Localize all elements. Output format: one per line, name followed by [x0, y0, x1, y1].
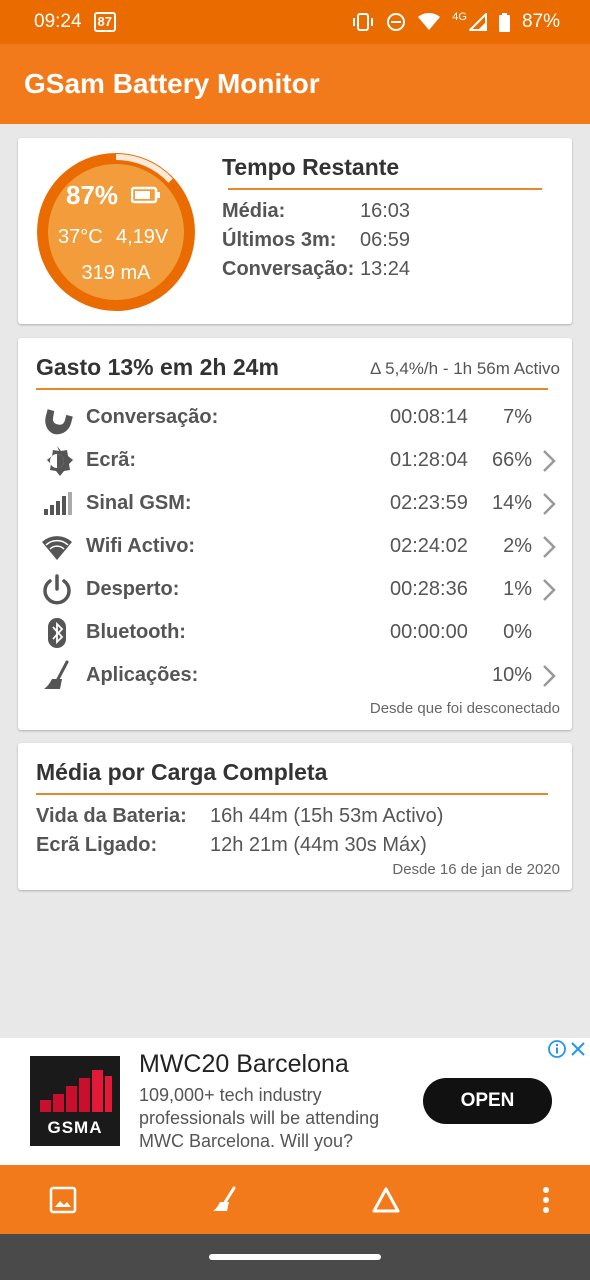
usage-percent: 0%	[503, 621, 532, 643]
battery-temperature: 37°C	[58, 226, 103, 248]
usage-row-awake[interactable]: Desperto: 00:28:36 1%	[18, 569, 572, 609]
usage-label: Ecrã:	[86, 449, 137, 471]
chevron-right-icon	[543, 450, 556, 472]
ad-close-icon[interactable]	[570, 1041, 586, 1057]
status-bar: 09:24 87 4G 87%	[0, 0, 590, 44]
status-time: 09:24	[34, 11, 82, 32]
usage-time: 02:24:02	[390, 535, 468, 557]
divider	[228, 188, 542, 190]
divider	[36, 793, 548, 795]
usage-subtitle: Δ 5,4%/h - 1h 56m Activo	[370, 359, 560, 378]
full-charge-label: Vida da Bateria:	[36, 805, 187, 827]
remaining-label: Média:	[222, 200, 286, 222]
gauge-readout: 87% 37°C 4,19V 319 mA	[36, 152, 196, 312]
home-gesture-pill[interactable]	[209, 1254, 381, 1260]
remaining-value: 06:59	[360, 229, 411, 251]
remaining-title: Tempo Restante	[222, 154, 400, 180]
usage-label: Aplicações:	[86, 664, 199, 686]
usage-row-call: Conversação: 00:08:14 7%	[18, 397, 572, 437]
delta-icon[interactable]	[372, 1186, 400, 1214]
wifi-icon	[42, 536, 72, 560]
gsma-bars-icon	[40, 1070, 112, 1112]
usage-label: Sinal GSM:	[86, 492, 192, 514]
usage-label: Wifi Activo:	[86, 535, 196, 557]
usage-title: Gasto 13% em 2h 24m	[36, 354, 279, 380]
power-icon	[43, 574, 71, 605]
usage-label: Bluetooth:	[86, 621, 186, 643]
image-icon[interactable]	[49, 1186, 77, 1214]
remaining-label: Conversação:	[222, 258, 355, 280]
battery-voltage: 4,19V	[116, 226, 169, 248]
usage-percent: 10%	[491, 664, 532, 686]
battery-icon	[131, 186, 160, 204]
full-charge-card: Média por Carga Completa Vida da Bateria…	[18, 743, 572, 890]
notification-badge: 87	[93, 12, 117, 32]
bottom-action-bar	[0, 1165, 590, 1234]
usage-time: 00:00:00	[390, 621, 468, 643]
usage-footer: Desde que foi desconectado	[369, 700, 560, 717]
chevron-right-icon	[543, 579, 556, 601]
ad-open-button[interactable]: OPEN	[423, 1078, 552, 1124]
full-charge-title: Média por Carga Completa	[36, 759, 328, 785]
network-type: 4G	[452, 11, 467, 23]
phone-icon	[45, 409, 73, 435]
usage-row-gsm[interactable]: Sinal GSM: 02:23:59 14%	[18, 483, 572, 523]
full-charge-value: 16h 44m (15h 53m Activo)	[210, 805, 444, 827]
ad-logo-text: GSMA	[47, 1118, 103, 1137]
app-bar: GSam Battery Monitor	[0, 44, 590, 124]
chevron-right-icon	[543, 665, 556, 687]
battery-percent: 87%	[66, 180, 119, 210]
full-charge-label: Ecrã Ligado:	[36, 834, 158, 856]
system-nav-bar	[0, 1234, 590, 1280]
usage-percent: 2%	[503, 535, 532, 557]
signal-icon	[44, 492, 72, 515]
usage-row-screen[interactable]: Ecrã: 01:28:04 66%	[18, 440, 572, 480]
usage-row-apps[interactable]: Aplicações: 10%	[18, 655, 572, 695]
remaining-value: 16:03	[360, 200, 411, 222]
full-charge-value: 12h 21m (44m 30s Máx)	[210, 834, 427, 856]
battery-current: 319 mA	[81, 262, 151, 284]
usage-label: Desperto:	[86, 578, 180, 600]
divider	[36, 388, 548, 390]
usage-time: 00:08:14	[390, 406, 468, 428]
wifi-status-icon	[418, 13, 441, 30]
usage-percent: 14%	[491, 492, 532, 514]
chevron-right-icon	[543, 493, 556, 515]
ad-banner[interactable]: GSMA MWC20 Barcelona 109,000+ tech indus…	[0, 1038, 590, 1165]
bluetooth-icon	[48, 618, 66, 648]
usage-time: 00:28:36	[390, 578, 468, 600]
usage-percent: 7%	[503, 406, 532, 428]
usage-time: 02:23:59	[390, 492, 468, 514]
cell-signal-icon	[468, 13, 487, 31]
ad-info-icon[interactable]	[548, 1040, 566, 1058]
usage-row-bluetooth: Bluetooth: 00:00:00 0%	[18, 612, 572, 652]
usage-percent: 66%	[491, 449, 532, 471]
app-title: GSam Battery Monitor	[24, 68, 320, 99]
vibrate-icon	[353, 13, 374, 31]
chevron-right-icon	[543, 536, 556, 558]
usage-time: 01:28:04	[390, 449, 468, 471]
full-charge-footer: Desde 16 de jan de 2020	[392, 861, 560, 878]
usage-row-wifi[interactable]: Wifi Activo: 02:24:02 2%	[18, 526, 572, 566]
battery-summary-card[interactable]: 87% 37°C 4,19V 319 mA Tempo Restante Méd…	[18, 138, 572, 324]
broom-icon	[44, 660, 69, 689]
usage-card: Gasto 13% em 2h 24m Δ 5,4%/h - 1h 56m Ac…	[18, 338, 572, 730]
ad-body: 109,000+ tech industry professionals wil…	[139, 1085, 380, 1151]
broom-icon[interactable]	[210, 1186, 238, 1214]
ad-logo[interactable]: GSMA	[30, 1056, 120, 1146]
more-vert-icon[interactable]	[532, 1186, 560, 1214]
ad-title[interactable]: MWC20 Barcelona	[139, 1050, 349, 1079]
do-not-disturb-icon	[387, 13, 406, 31]
brightness-icon	[47, 446, 73, 476]
usage-label: Conversação:	[86, 406, 219, 428]
status-battery-percent: 87%	[521, 11, 560, 32]
usage-percent: 1%	[503, 578, 532, 600]
battery-status-icon	[498, 12, 510, 32]
remaining-value: 13:24	[360, 258, 411, 280]
remaining-label: Últimos 3m:	[222, 229, 337, 251]
